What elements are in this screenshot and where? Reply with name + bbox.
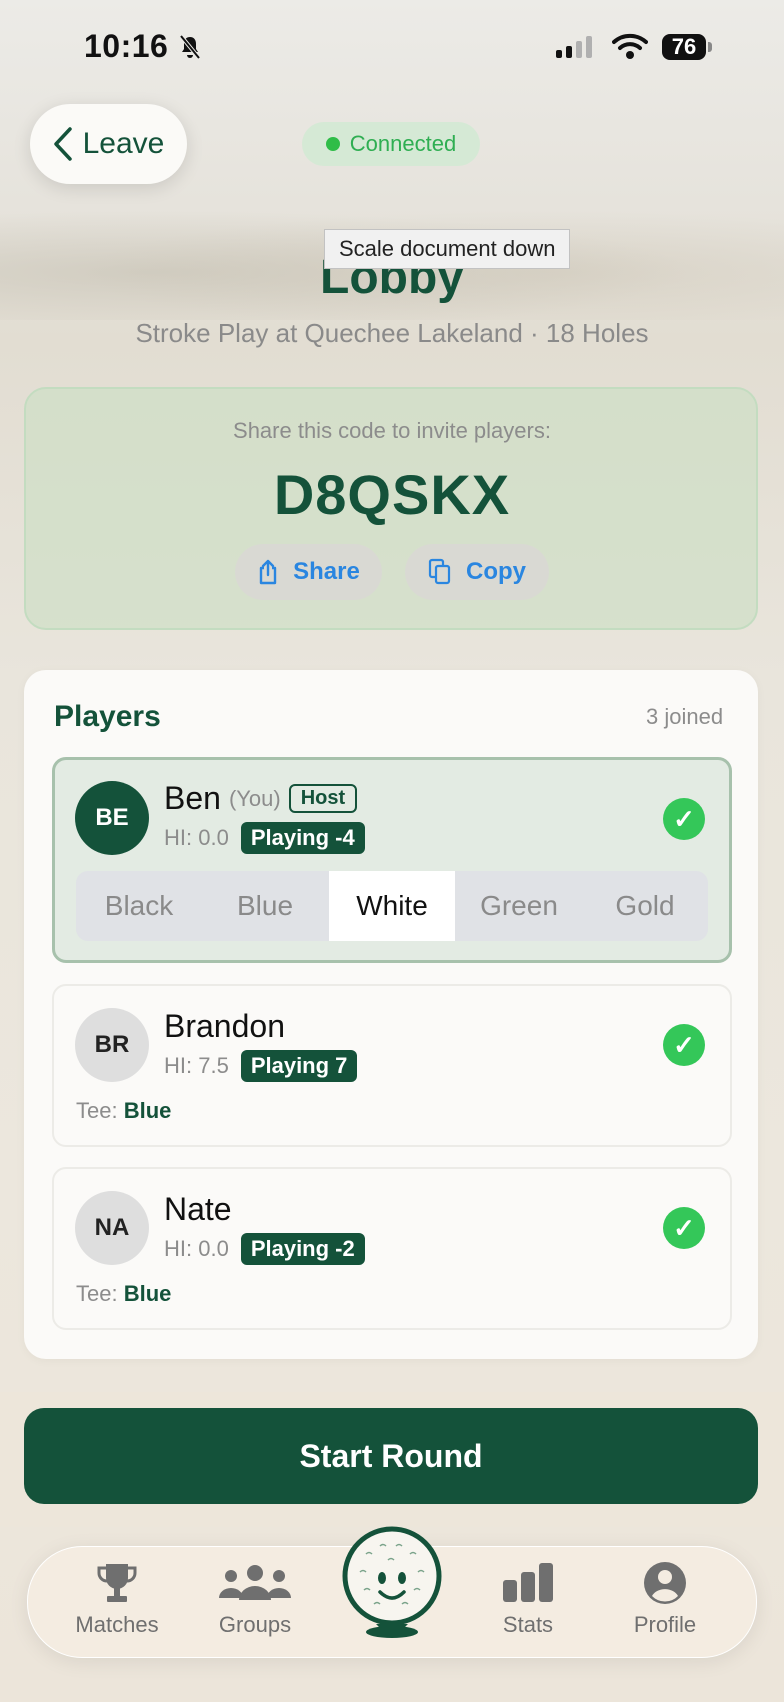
copy-button[interactable]: Copy (405, 544, 549, 600)
handicap-index: HI: 7.5 (164, 1053, 229, 1078)
tab-label: Stats (502, 1612, 554, 1637)
ready-check-icon: ✓ (663, 798, 705, 840)
copy-icon (428, 558, 451, 585)
status-time: 10:16 (84, 28, 169, 64)
tee-label: Tee: (76, 1281, 118, 1306)
connection-status-badge: Connected (302, 122, 480, 166)
players-title: Players (54, 700, 161, 733)
bar-chart-icon (503, 1563, 553, 1602)
leave-button[interactable]: Leave (30, 104, 187, 184)
invite-code[interactable]: D8QSKX (0, 462, 784, 527)
tee-value: Blue (123, 1281, 172, 1306)
tee-option-gold[interactable]: Gold (582, 871, 708, 941)
tee-info: Tee: Blue (76, 1098, 171, 1124)
player-handicap-row: HI: 0.0 Playing -4 (164, 822, 365, 854)
people-icon (219, 1565, 291, 1600)
handicap-index: HI: 0.0 (164, 825, 229, 850)
player-handicap-row: HI: 0.0 Playing -2 (164, 1233, 365, 1265)
tab-profile[interactable]: Profile (605, 1560, 725, 1638)
chevron-left-icon (53, 127, 72, 161)
tee-option-green[interactable]: Green (456, 871, 582, 941)
player-handicap-row: HI: 7.5 Playing 7 (164, 1050, 358, 1082)
golf-ball-mascot-icon[interactable] (340, 1524, 444, 1640)
person-circle-icon (644, 1562, 686, 1604)
playing-handicap-badge: Playing 7 (240, 1050, 358, 1082)
tab-groups[interactable]: Groups (195, 1560, 315, 1638)
silent-bell-icon (179, 34, 201, 60)
share-button[interactable]: Share (235, 544, 382, 600)
ready-check-icon: ✓ (663, 1207, 705, 1249)
host-badge: Host (288, 784, 358, 813)
invite-code-label: Share this code to invite players: (233, 418, 551, 443)
status-dot-icon (325, 137, 340, 151)
tee-option-black[interactable]: Black (76, 871, 202, 941)
avatar: NA (75, 1191, 149, 1265)
playing-handicap-badge: Playing -2 (240, 1233, 365, 1265)
tee-info: Tee: Blue (76, 1281, 171, 1307)
tab-label: Profile (633, 1612, 697, 1637)
ready-check-icon: ✓ (663, 1024, 705, 1066)
copy-label: Copy (466, 558, 526, 585)
cellular-signal-icon (556, 36, 600, 58)
trophy-icon (97, 1564, 137, 1602)
tee-option-white[interactable]: White (329, 871, 455, 941)
connection-status-label: Connected (349, 131, 457, 156)
battery-indicator: 76 (662, 34, 706, 60)
tab-stats[interactable]: Stats (468, 1560, 588, 1638)
player-name: Brandon (164, 1008, 285, 1044)
tee-value: Blue (123, 1098, 172, 1123)
player-name: Ben (164, 780, 221, 816)
player-name-row: Ben (You) Host (164, 780, 358, 817)
handicap-index: HI: 0.0 (164, 1236, 229, 1261)
tee-selector: Black Blue White Green Gold (76, 871, 708, 941)
tab-label: Groups (218, 1612, 292, 1637)
page-subtitle: Stroke Play at Quechee Lakeland · 18 Hol… (135, 318, 649, 348)
player-name: Nate (164, 1191, 232, 1227)
tee-option-blue[interactable]: Blue (202, 871, 328, 941)
playing-handicap-badge: Playing -4 (240, 822, 365, 854)
avatar: BR (75, 1008, 149, 1082)
joined-count: 3 joined (646, 704, 724, 729)
wifi-icon (612, 33, 648, 59)
tab-matches[interactable]: Matches (57, 1560, 177, 1638)
share-label: Share (293, 558, 360, 585)
you-label: (You) (228, 785, 281, 811)
leave-label: Leave (82, 127, 165, 160)
tab-label: Matches (75, 1612, 159, 1637)
battery-tip (708, 42, 712, 52)
start-round-button[interactable]: Start Round (24, 1408, 758, 1504)
tee-label: Tee: (76, 1098, 118, 1123)
tooltip: Scale document down (324, 229, 571, 269)
share-icon (259, 559, 277, 585)
avatar: BE (75, 781, 149, 855)
